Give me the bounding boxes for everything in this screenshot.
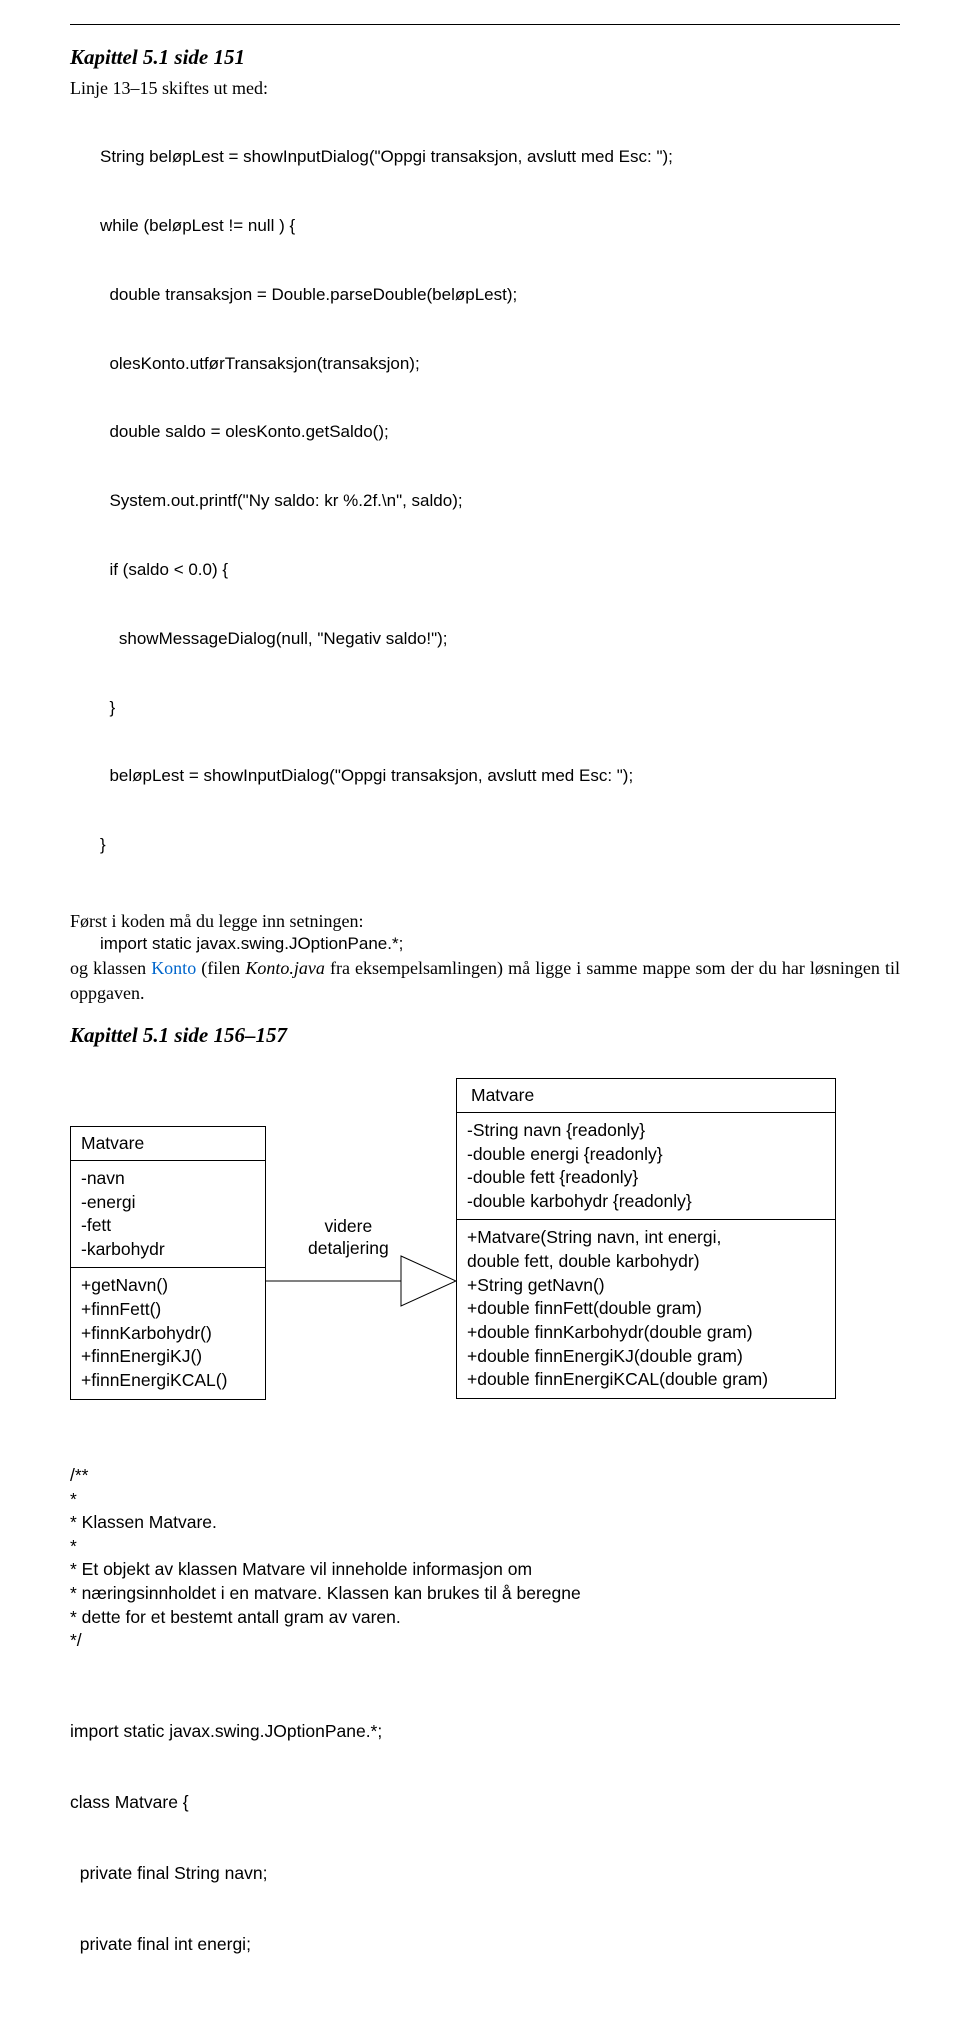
code-line: System.out.printf("Ny saldo: kr %.2f.\n"… — [100, 490, 900, 513]
uml-op: +double finnEnergiKJ(double gram) — [467, 1345, 825, 1369]
code-line: import static javax.swing.JOptionPane.*; — [70, 1720, 900, 1744]
intro-line: Linje 13–15 skiftes ut med: — [70, 76, 900, 100]
code-line: showMessageDialog(null, "Negativ saldo!"… — [100, 628, 900, 651]
code-line: String beløpLest = showInputDialog("Oppg… — [100, 146, 900, 169]
uml-op: double fett, double karbohydr) — [467, 1250, 825, 1274]
uml-op: +getNavn() — [81, 1274, 255, 1298]
arrow-label: videre detaljering — [308, 1216, 389, 1260]
uml-op: +double finnKarbohydr(double gram) — [467, 1321, 825, 1345]
code-block-1: String beløpLest = showInputDialog("Oppg… — [70, 100, 900, 903]
code-line: } — [100, 697, 900, 720]
section-title-2: Kapittel 5.1 side 156–157 — [70, 1023, 900, 1048]
uml-attr: -energi — [81, 1191, 255, 1215]
top-rule — [70, 24, 900, 25]
prose-2: og klassen Konto (filen Konto.java fra e… — [70, 956, 900, 1005]
uml-right-attrs: -String navn {readonly} -double energi {… — [457, 1113, 835, 1220]
uml-op: +Matvare(String navn, int energi, — [467, 1226, 825, 1250]
uml-right-title: Matvare — [457, 1079, 835, 1113]
uml-left-title: Matvare — [71, 1127, 265, 1161]
comment-line: * Klassen Matvare. — [70, 1511, 900, 1535]
uml-attr: -karbohydr — [81, 1238, 255, 1262]
code-line: olesKonto.utførTransaksjon(transaksjon); — [100, 353, 900, 376]
code-line: double transaksjon = Double.parseDouble(… — [100, 284, 900, 307]
code-line: double saldo = olesKonto.getSaldo(); — [100, 421, 900, 444]
uml-attr: -fett — [81, 1214, 255, 1238]
uml-op: +double finnEnergiKCAL(double gram) — [467, 1368, 825, 1392]
section-title-1: Kapittel 5.1 side 151 — [70, 45, 900, 70]
code-block-2: import static javax.swing.JOptionPane.*;… — [70, 1673, 900, 2004]
arrow-label-2: detaljering — [308, 1238, 389, 1258]
arrow-icon — [266, 1126, 456, 1426]
comment-line: * Et objekt av klassen Matvare vil inneh… — [70, 1558, 900, 1582]
comment-line: * næringsinnholdet i en matvare. Klassen… — [70, 1582, 900, 1606]
prose-2-mid: (filen — [196, 958, 245, 978]
uml-op: +finnEnergiKJ() — [81, 1345, 255, 1369]
prose-1: Først i koden må du legge inn setningen: — [70, 909, 900, 933]
uml-op: +finnFett() — [81, 1298, 255, 1322]
uml-op: +finnKarbohydr() — [81, 1322, 255, 1346]
arrow-area: videre detaljering — [266, 1126, 456, 1426]
comment-line: * — [70, 1535, 900, 1559]
comment-line: * — [70, 1488, 900, 1512]
code-line: if (saldo < 0.0) { — [100, 559, 900, 582]
code-line: beløpLest = showInputDialog("Oppgi trans… — [100, 765, 900, 788]
arrow-label-1: videre — [325, 1216, 373, 1236]
code-line: private final int energi; — [70, 1933, 900, 1957]
code-line: private final String navn; — [70, 1862, 900, 1886]
uml-attr: -double fett {readonly} — [467, 1166, 825, 1190]
uml-op: +double finnFett(double gram) — [467, 1297, 825, 1321]
uml-class-right: Matvare -String navn {readonly} -double … — [456, 1078, 836, 1399]
javadoc-block: /** * * Klassen Matvare. * * Et objekt a… — [70, 1464, 900, 1653]
konto-file: Konto.java — [245, 958, 325, 978]
comment-line: */ — [70, 1629, 900, 1653]
konto-link[interactable]: Konto — [151, 958, 196, 978]
uml-attr: -double energi {readonly} — [467, 1143, 825, 1167]
uml-left-ops: +getNavn() +finnFett() +finnKarbohydr() … — [71, 1267, 265, 1398]
comment-line: /** — [70, 1464, 900, 1488]
uml-op: +String getNavn() — [467, 1274, 825, 1298]
code-line: } — [100, 834, 900, 857]
code-line: while (beløpLest != null ) { — [100, 215, 900, 238]
uml-attr: -navn — [81, 1167, 255, 1191]
uml-attr: -String navn {readonly} — [467, 1119, 825, 1143]
uml-op: +finnEnergiKCAL() — [81, 1369, 255, 1393]
uml-attr: -double karbohydr {readonly} — [467, 1190, 825, 1214]
uml-class-left: Matvare -navn -energi -fett -karbohydr +… — [70, 1126, 266, 1400]
uml-right-ops: +Matvare(String navn, int energi, double… — [457, 1219, 835, 1397]
import-line: import static javax.swing.JOptionPane.*; — [70, 933, 900, 956]
uml-diagram: Matvare -navn -energi -fett -karbohydr +… — [70, 1078, 900, 1426]
code-line: class Matvare { — [70, 1791, 900, 1815]
prose-2-pre: og klassen — [70, 958, 151, 978]
uml-left-attrs: -navn -energi -fett -karbohydr — [71, 1161, 265, 1268]
comment-line: * dette for et bestemt antall gram av va… — [70, 1606, 900, 1630]
